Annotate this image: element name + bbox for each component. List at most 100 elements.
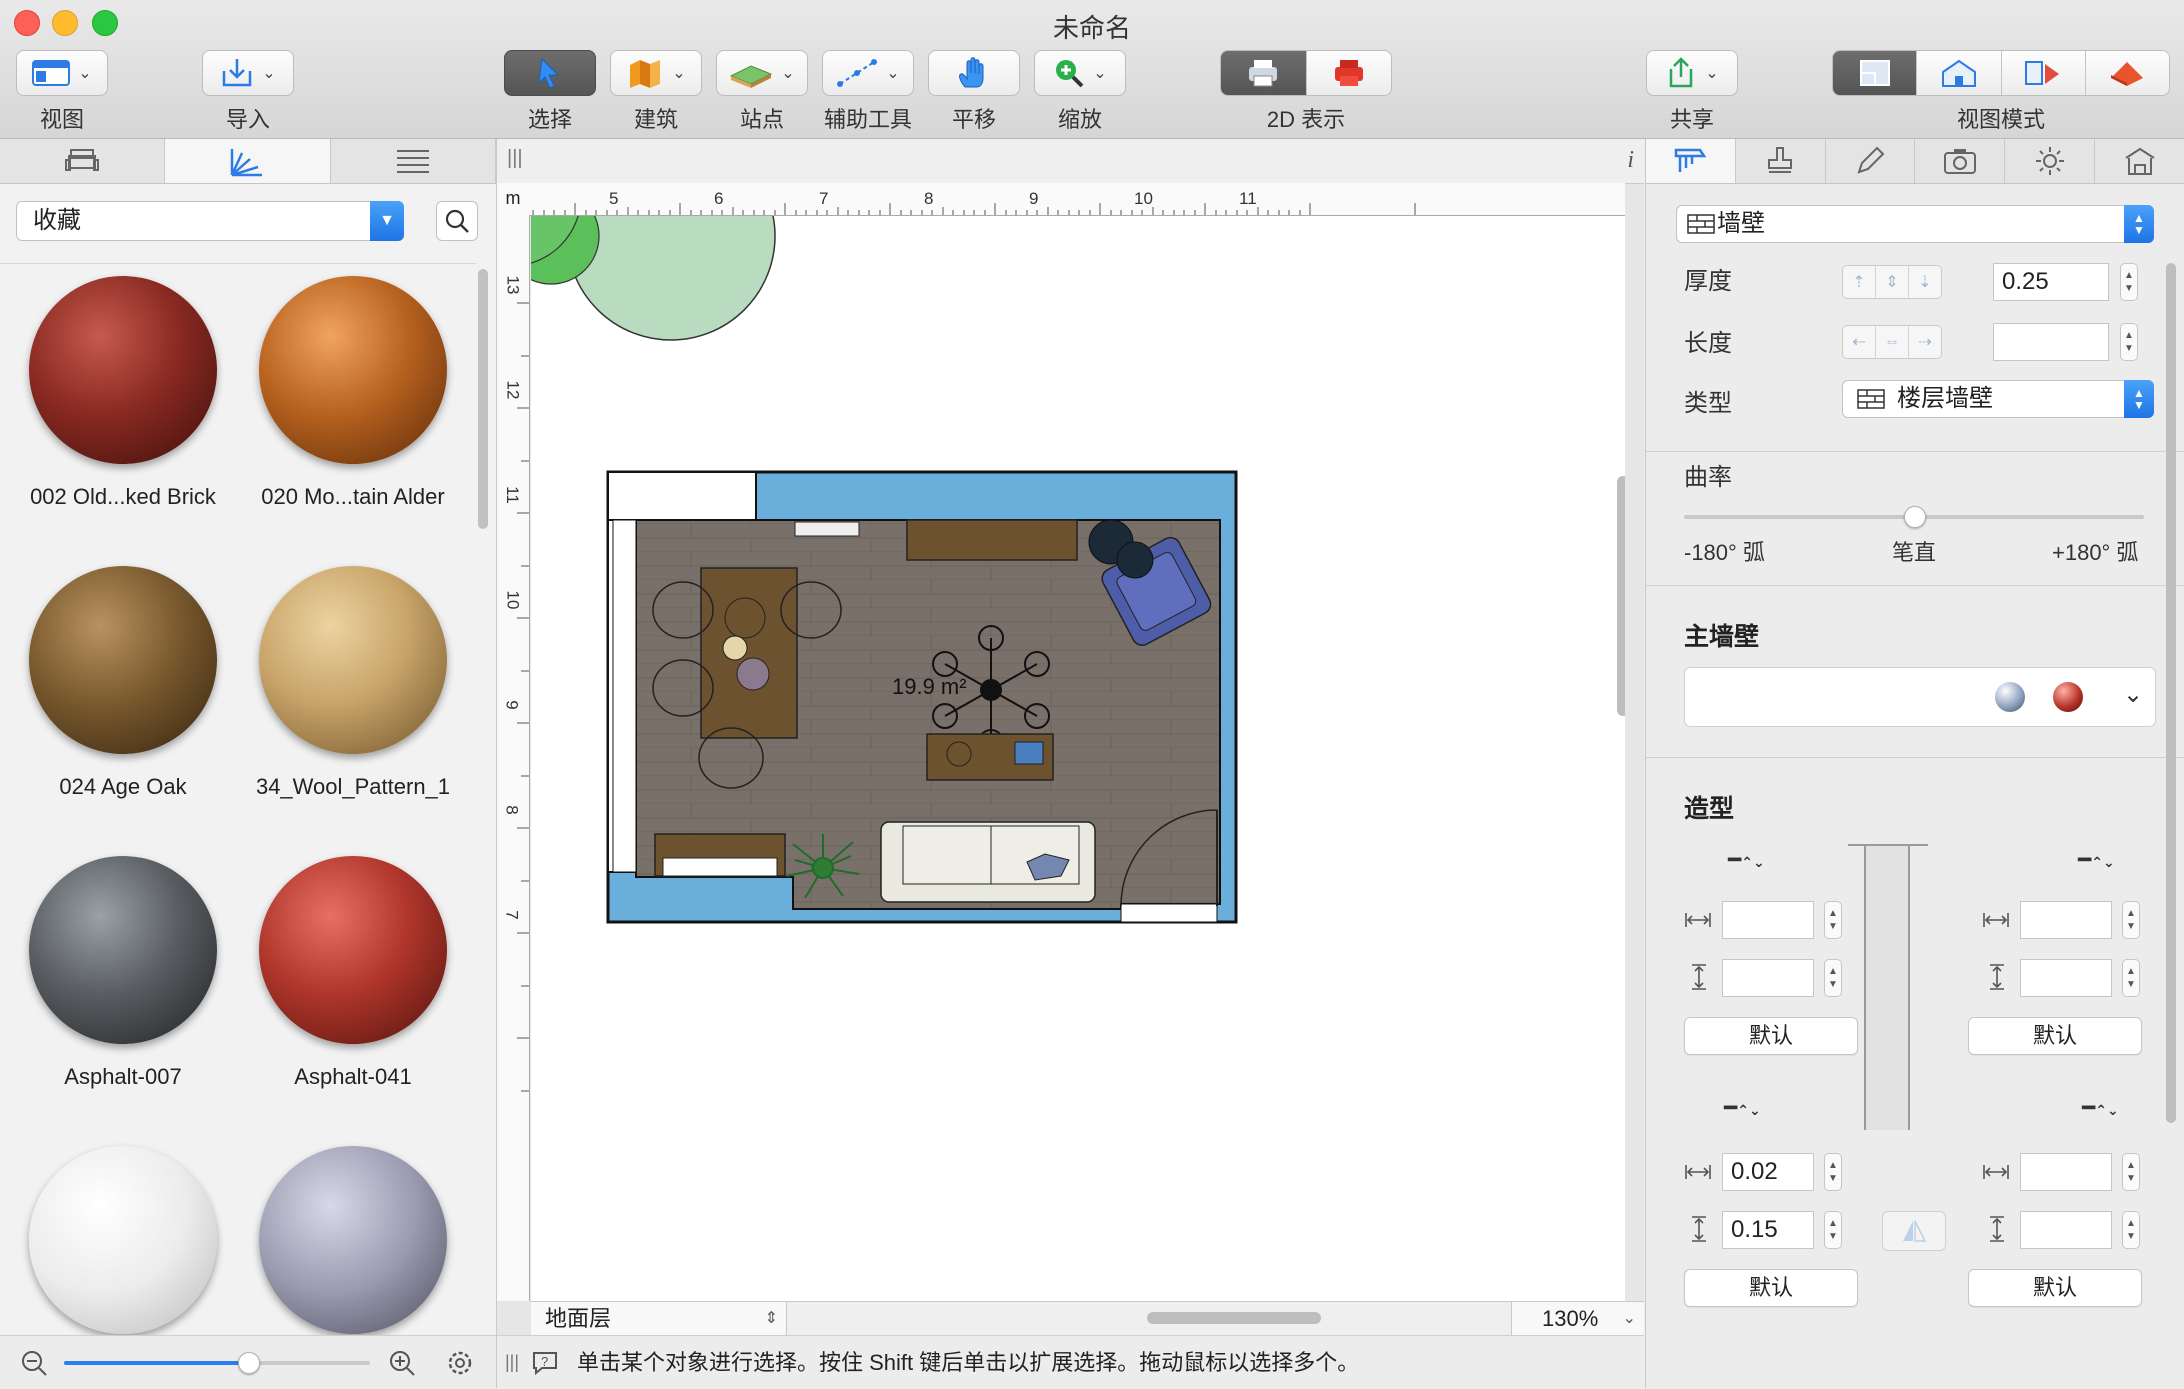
default-button[interactable]: 默认 [1684,1269,1858,1307]
room-area-label[interactable]: 19.9 m² [892,674,967,699]
mirror-profile-button[interactable] [1882,1211,1946,1251]
tab-edit[interactable] [1825,139,1916,183]
search-button[interactable] [436,201,478,241]
curvature-slider[interactable] [1684,506,2144,528]
canvas-hscrollbar[interactable] [1147,1312,1321,1324]
anchor-right-icon[interactable]: ⇢ [1909,326,1941,358]
door-threshold[interactable] [1120,903,1218,923]
bottom-right-width-input[interactable] [2020,1153,2112,1191]
main-wall-color-swatch[interactable] [1995,682,2025,712]
anchor-left-icon[interactable]: ⇠ [1843,326,1876,358]
info-icon[interactable]: i [1627,147,1634,174]
build-button[interactable]: ⌄ [610,50,702,96]
top-left-height-input[interactable] [1722,959,1814,997]
top-left-width-input[interactable] [1722,901,1814,939]
profile-type-select[interactable]: ━⌃⌄ [2082,1095,2119,1121]
library-scrollbar[interactable] [478,269,488,529]
zoom-button[interactable]: ⌄ [1034,50,1126,96]
length-anchor-buttons[interactable]: ⇠ ⇔ ⇢ [1842,325,1942,359]
stepper[interactable]: ▲ ▼ [2122,1153,2140,1191]
bottom-left-height-input[interactable]: 0.15 [1722,1211,1814,1249]
stepper[interactable]: ▲ ▼ [1824,1153,1842,1191]
tab-object[interactable] [1646,139,1736,183]
default-button[interactable]: 默认 [1968,1017,2142,1055]
chevron-down-icon[interactable]: ⌄ [2123,680,2143,709]
align-inner-icon[interactable]: ⇣ [1909,266,1941,298]
cabinet-top[interactable] [662,857,778,877]
default-button[interactable]: 默认 [1968,1269,2142,1307]
anchor-center-icon[interactable]: ⇔ [1876,326,1909,358]
pan-button[interactable] [928,50,1020,96]
tab-building[interactable] [2095,139,2184,183]
stepper[interactable]: ▲ ▼ [1824,901,1842,939]
bottom-left-width-input[interactable]: 0.02 [1722,1153,1814,1191]
top-right-width-input[interactable] [2020,901,2112,939]
thumbnail-size-slider[interactable] [64,1352,370,1374]
wall-segment[interactable] [607,471,757,521]
material-tile[interactable] [8,1146,238,1334]
window-frame[interactable] [612,519,637,873]
slider-knob[interactable] [1904,506,1926,528]
slider-knob[interactable] [237,1352,260,1374]
display-color-button[interactable] [1306,51,1391,95]
align-outer-icon[interactable]: ⇡ [1843,266,1876,298]
object-type-select[interactable]: 墙壁 ▲ ▼ [1676,205,2154,243]
view-mode-roof-button[interactable] [2085,51,2169,95]
help-bubble-icon[interactable]: ? [531,1350,559,1376]
import-button[interactable]: ⌄ [202,50,294,96]
thickness-align-buttons[interactable]: ⇡ ⇕ ⇣ [1842,265,1942,299]
material-tile[interactable]: 024 Age Oak [8,566,238,800]
category-select[interactable]: 收藏 ▼ [16,201,404,241]
stepper[interactable]: ▲ ▼ [2122,959,2140,997]
tab-list[interactable] [330,139,496,183]
material-tile[interactable]: 020 Mo...tain Alder [238,276,468,510]
canvas-vscrollbar[interactable] [1617,476,1625,716]
stepper[interactable]: ▲ ▼ [2122,901,2140,939]
sideboard[interactable] [906,519,1078,561]
zoom-select[interactable]: 130% ⌄ [1511,1302,1644,1335]
profile-type-select[interactable]: ━⌃⌄ [2078,847,2115,873]
select-tool-button[interactable] [504,50,596,96]
view-mode-2d-button[interactable] [1833,51,1918,95]
side-table[interactable] [1116,541,1154,579]
bottom-right-height-input[interactable] [2020,1211,2112,1249]
sofa[interactable] [880,821,1096,903]
profile-type-select[interactable]: ━⌃⌄ [1728,847,1765,873]
view-mode-3d-button[interactable] [1917,51,2002,95]
align-center-icon[interactable]: ⇕ [1876,266,1909,298]
tab-style[interactable] [1735,139,1826,183]
thickness-stepper[interactable]: ▲ ▼ [2120,263,2138,301]
material-tile[interactable] [238,1146,468,1334]
resize-handle-icon[interactable]: ||| [505,1336,519,1389]
stepper[interactable]: ▲ ▼ [2122,1211,2140,1249]
dining-table[interactable] [700,567,798,739]
zoom-in-icon[interactable] [388,1349,416,1377]
view-mode-split-button[interactable] [2001,51,2086,95]
tab-light[interactable] [2005,139,2096,183]
material-tile[interactable]: 002 Old...ked Brick [8,276,238,510]
stepper[interactable]: ▲ ▼ [1824,959,1842,997]
radiator[interactable] [794,521,860,537]
thickness-input[interactable]: 0.25 [1993,263,2109,301]
length-stepper[interactable]: ▲ ▼ [2120,323,2138,361]
top-right-height-input[interactable] [2020,959,2112,997]
main-wall-color-swatch[interactable] [2053,682,2083,712]
zoom-out-icon[interactable] [20,1349,48,1377]
floor-plan-canvas[interactable]: 19.9 m² [531,216,1625,1301]
length-input[interactable] [1993,323,2109,361]
share-button[interactable]: ⌄ [1646,50,1738,96]
material-tile[interactable]: Asphalt-007 [8,856,238,1090]
auxiliary-tools-button[interactable]: ⌄ [822,50,914,96]
tab-camera[interactable] [1915,139,2006,183]
inspector-scrollbar[interactable] [2166,263,2176,1123]
site-button[interactable]: ⌄ [716,50,808,96]
book[interactable] [1014,741,1044,765]
view-button[interactable]: ⌄ [16,50,108,96]
resize-handle-icon[interactable]: ||| [507,147,523,170]
stepper[interactable]: ▲ ▼ [1824,1211,1842,1249]
gear-icon[interactable] [444,1347,476,1379]
wall-type-select[interactable]: 楼层墙壁 ▲ ▼ [1842,380,2154,418]
default-button[interactable]: 默认 [1684,1017,1858,1055]
material-tile[interactable]: 34_Wool_Pattern_1 [238,566,468,800]
tab-furniture[interactable] [0,139,166,183]
